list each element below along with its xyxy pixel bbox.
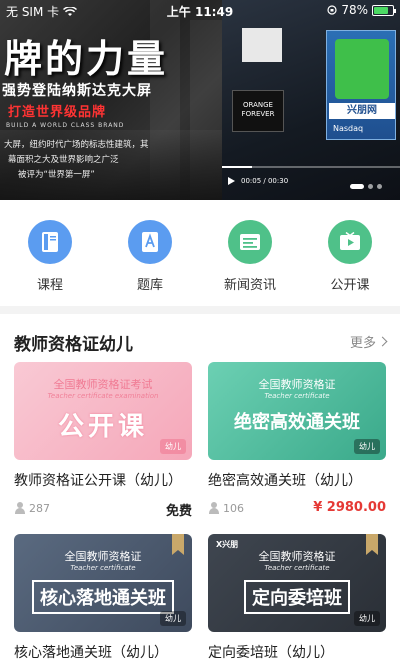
green-panel <box>335 39 389 99</box>
carousel-dot[interactable] <box>368 184 373 189</box>
carousel-dot[interactable] <box>350 184 364 189</box>
course-meta: 287 免费 <box>14 500 192 519</box>
course-price: 免费 <box>165 504 192 519</box>
nav-label: 公开课 <box>330 278 370 293</box>
banner-description: 大屏，纽约时代广场的标志性建筑，其 幕面积之大及世界影响之广泛 被评为“世界第一… <box>4 138 220 183</box>
nav-item-open-course[interactable]: 公开课 <box>300 208 400 298</box>
person-icon <box>14 502 26 514</box>
course-thumbnail[interactable]: 全国教师资格证考试 Teacher certificate examinatio… <box>14 362 192 460</box>
course-title[interactable]: 绝密高效通关班（幼儿） <box>208 470 386 490</box>
student-count: 287 <box>29 501 50 515</box>
nav-label: 课程 <box>36 278 63 293</box>
person-icon <box>208 502 220 514</box>
nav-icon-circle[interactable] <box>228 220 272 264</box>
billboard-text: FOREVER <box>241 110 275 118</box>
billboard-text: ORANGE <box>243 101 273 109</box>
more-label: 更多 <box>349 336 376 351</box>
banner-title: 牌的力量 <box>4 36 169 81</box>
course-price: ¥ 2980.00 <box>313 500 386 515</box>
thumb-title-wrap: 定向委培班 <box>208 580 386 614</box>
thumb-heading: 全国教师资格证考试 <box>53 378 153 391</box>
nav-label: 新闻资讯 <box>223 278 276 293</box>
thumb-heading: 全国教师资格证 <box>64 550 142 563</box>
course-thumbnail[interactable]: X兴朋 全国教师资格证 Teacher certificate 定向委培班 幼儿 <box>208 534 386 632</box>
battery-percent: 78% <box>341 3 368 17</box>
video-progress-bar[interactable] <box>222 166 400 168</box>
section-title: 教师资格证幼儿 <box>14 335 133 355</box>
thumb-subheading: Teacher certificate <box>264 392 330 400</box>
level-badge: 幼儿 <box>354 611 380 626</box>
status-right: 78% <box>327 3 396 17</box>
course-title[interactable]: 教师资格证公开课（幼儿） <box>14 470 192 490</box>
carousel-dot[interactable] <box>377 184 382 189</box>
thumb-heading: 全国教师资格证 <box>258 550 336 563</box>
nav-label: 题库 <box>136 278 163 293</box>
thumb-title: 核心落地通关班 <box>32 580 174 614</box>
nasdaq-label: Nasdaq <box>333 124 364 133</box>
nav-item-question-bank[interactable]: 题库 <box>100 208 200 298</box>
more-link[interactable]: 更多 <box>349 332 388 351</box>
nasdaq-screen: 兴朋网 Nasdaq <box>326 30 396 140</box>
nav-icon-circle[interactable] <box>28 220 72 264</box>
carousel-indicators <box>350 184 382 189</box>
banner-subtitle: 强势登陆纳斯达克大屏 <box>2 83 152 99</box>
banner-desc-line: 被评为“世界第一屏” <box>18 170 95 180</box>
level-badge: 幼儿 <box>354 439 380 454</box>
nav-icon-circle[interactable] <box>328 220 372 264</box>
nav-item-courses[interactable]: 课程 <box>0 208 100 298</box>
level-badge: 幼儿 <box>160 439 186 454</box>
news-icon <box>240 234 260 250</box>
billboard-screen: ORANGE FOREVER <box>232 90 284 132</box>
level-badge: 幼儿 <box>160 611 186 626</box>
banner-desc-line: 大屏，纽约时代广场的标志性建筑，其 <box>4 140 149 150</box>
thumb-title: 公开课 <box>57 412 148 442</box>
nav-icon-circle[interactable] <box>128 220 172 264</box>
banner-slogan: 打造世界级品牌 <box>8 105 107 120</box>
banner-desc-line: 幕面积之大及世界影响之广泛 <box>8 155 119 165</box>
nav-item-news[interactable]: 新闻资讯 <box>200 208 300 298</box>
orientation-lock-icon <box>327 5 337 15</box>
video-time: 00:05 / 00:30 <box>241 177 289 185</box>
course-thumbnail[interactable]: 全国教师资格证 Teacher certificate 绝密高效通关班 幼儿 <box>208 362 386 460</box>
battery-icon <box>372 4 396 16</box>
course-card[interactable]: 全国教师资格证考试 Teacher certificate examinatio… <box>14 362 192 519</box>
thumb-subheading: Teacher certificate <box>264 564 330 572</box>
quick-nav: 课程 题库 新闻资讯 公开课 <box>0 208 400 298</box>
status-bar: 无 SIM 卡 上午 11:49 78% <box>0 0 400 20</box>
video-progress-fill <box>222 166 253 168</box>
thumb-subheading: Teacher certificate <box>70 564 136 572</box>
course-title[interactable]: 定向委培班（幼儿） <box>208 642 386 660</box>
banner-english-text: BUILD A WORLD CLASS BRAND <box>6 122 125 129</box>
thumb-heading: 全国教师资格证 <box>258 378 336 391</box>
thumb-subheading: Teacher certificate examination <box>47 392 159 400</box>
book-icon <box>42 232 58 252</box>
course-card[interactable]: 全国教师资格证 Teacher certificate 核心落地通关班 幼儿 核… <box>14 534 192 660</box>
video-play-icon <box>340 232 360 250</box>
banner-carousel[interactable]: 牌的力量 强势登陆纳斯达克大屏 打造世界级品牌 BUILD A WORLD CL… <box>0 0 400 200</box>
course-card[interactable]: 全国教师资格证 Teacher certificate 绝密高效通关班 幼儿 绝… <box>208 362 386 516</box>
section-header: 教师资格证幼儿 更多 <box>0 322 400 358</box>
thumb-title: 绝密高效通关班 <box>234 412 360 433</box>
student-count: 106 <box>223 501 244 515</box>
chevron-right-icon <box>377 336 388 347</box>
battery-fill <box>374 6 389 14</box>
course-title[interactable]: 核心落地通关班（幼儿） <box>14 642 192 660</box>
thumb-title-wrap: 核心落地通关班 <box>14 580 192 614</box>
course-thumbnail[interactable]: 全国教师资格证 Teacher certificate 核心落地通关班 幼儿 <box>14 534 192 632</box>
billboard-screen <box>242 28 282 62</box>
banner-slide-image: 牌的力量 强势登陆纳斯达克大屏 打造世界级品牌 BUILD A WORLD CL… <box>0 0 222 200</box>
brand-logo: 兴朋网 <box>329 103 395 119</box>
course-card[interactable]: X兴朋 全国教师资格证 Teacher certificate 定向委培班 幼儿… <box>208 534 386 660</box>
course-meta: 106 ¥ 2980.00 <box>208 500 386 516</box>
thumb-title: 定向委培班 <box>244 580 350 614</box>
section-divider <box>0 306 400 314</box>
question-bank-icon <box>142 232 158 252</box>
play-icon[interactable] <box>228 177 235 185</box>
